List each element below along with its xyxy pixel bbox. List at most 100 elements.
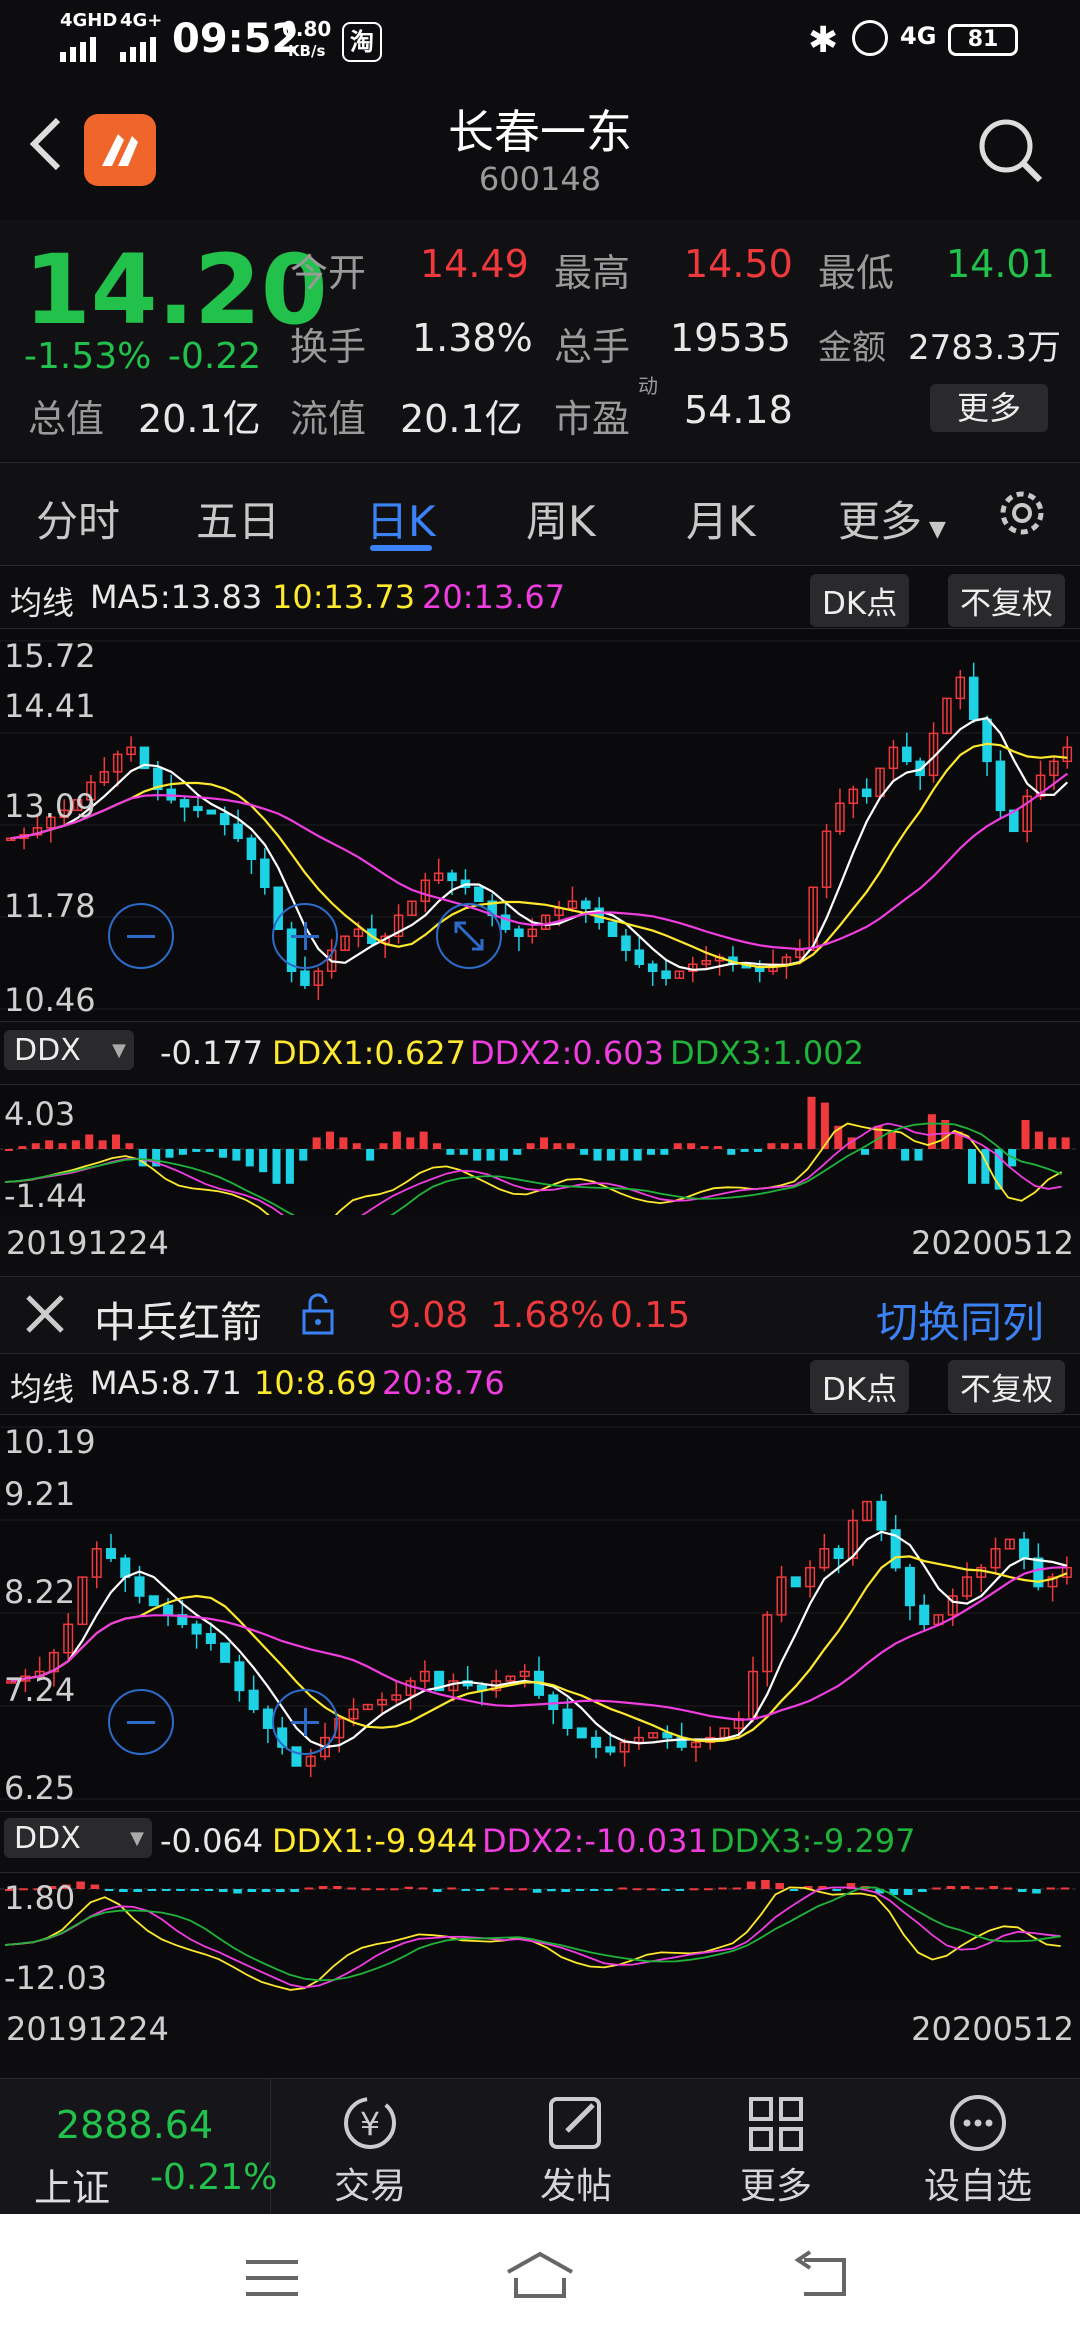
grid-icon <box>706 2091 846 2157</box>
candle-body <box>968 676 979 721</box>
candle-body <box>219 813 230 826</box>
ddx-bar <box>233 1889 242 1894</box>
ddx-bar <box>433 1889 442 1892</box>
candle-body <box>148 1595 159 1607</box>
zoom-in-icon[interactable] <box>272 903 338 969</box>
chart1-ddx-svg <box>0 1096 1080 1215</box>
chart2-ddx-chart[interactable]: 1.80 -12.03 <box>0 1872 1080 2001</box>
ddx-bar <box>133 1889 142 1892</box>
tab-minute[interactable]: 分时 <box>36 488 120 549</box>
index-ticker[interactable]: 2888.64 上证 -0.21% <box>0 2079 277 2215</box>
dk-point-button[interactable]: DK点 <box>810 1360 910 1413</box>
menu-icon[interactable] <box>240 2254 304 2302</box>
ddx-bar <box>914 1149 923 1161</box>
chart2-kline[interactable]: 10.19 9.21 8.22 7.24 6.25 <box>0 1414 1080 1812</box>
ddx-bar <box>318 1886 328 1889</box>
zoom-out-icon[interactable] <box>108 903 174 969</box>
float-label: 流值 <box>290 397 367 441</box>
dk-point-button[interactable]: DK点 <box>810 574 910 627</box>
ddx-bar <box>618 1887 628 1890</box>
candle-body <box>233 823 243 840</box>
ddx1-value: DDX1:-9.944 <box>272 1822 478 1860</box>
ddx-bar <box>675 1889 685 1891</box>
switch-compare-button[interactable]: 切换同列 <box>876 1289 1044 1350</box>
ddx-bar <box>1003 1887 1013 1890</box>
adjust-button[interactable]: 不复权 <box>948 574 1065 627</box>
price-change: -0.22 <box>168 336 262 377</box>
post-button[interactable]: 发帖 <box>506 2091 646 2209</box>
ddx-bar <box>475 1889 485 1891</box>
search-icon[interactable] <box>976 116 1046 186</box>
add-watchlist-button[interactable]: 设自选 <box>908 2091 1048 2209</box>
ddx-bar <box>1046 1887 1056 1890</box>
turnover-label: 换手 <box>290 325 367 369</box>
ddx-bar <box>285 1149 294 1184</box>
amount-label: 金额 <box>818 328 886 368</box>
ddx-select[interactable]: DDX ▼ <box>4 1030 134 1070</box>
candle-body <box>576 1727 587 1739</box>
more-button[interactable]: 更多 <box>706 2091 846 2209</box>
tab-monthly-k[interactable]: 月K <box>686 488 756 549</box>
ddx-bar <box>661 1889 670 1891</box>
candle-body <box>581 900 591 910</box>
trade-button[interactable]: ¥ 交易 <box>300 2091 440 2209</box>
ddx-bar <box>727 1149 736 1155</box>
ddx-bar <box>446 1149 455 1155</box>
ma10-value: 10:13.73 <box>272 578 416 616</box>
candle-body <box>833 1548 844 1559</box>
ddx-select[interactable]: DDX ▼ <box>4 1818 152 1858</box>
zoom-out-icon[interactable] <box>108 1689 174 1755</box>
price-change-pct: -1.53% <box>24 336 152 377</box>
tab-five-day[interactable]: 五日 <box>196 488 280 549</box>
ddx-bar <box>575 1889 585 1891</box>
y-label-0: 10.19 <box>4 1423 96 1461</box>
back-icon[interactable] <box>790 2250 854 2302</box>
ddx-bar <box>754 1149 763 1152</box>
tab-daily-k[interactable]: 日K <box>366 488 436 549</box>
ddx-bar <box>45 1140 54 1149</box>
candle-body <box>262 1708 273 1729</box>
gear-icon[interactable] <box>994 485 1050 541</box>
ddx-bar <box>247 1889 257 1892</box>
candle-body <box>904 1566 915 1607</box>
tab-weekly-k[interactable]: 周K <box>526 488 596 549</box>
more-quote-button[interactable]: 更多 <box>930 384 1048 432</box>
zoom-in-icon[interactable] <box>272 1689 338 1755</box>
candle-body <box>246 837 257 861</box>
ddx-bar <box>459 1149 468 1155</box>
ddx-bar <box>1034 1131 1043 1149</box>
ddx-bar <box>513 1149 522 1155</box>
date-end: 20200512 <box>911 1224 1074 1262</box>
turnover-value: 1.38% <box>412 316 533 360</box>
ddx-bar <box>526 1143 535 1149</box>
ddx-bar <box>290 1889 299 1892</box>
candle-body <box>205 1633 216 1644</box>
tab-more[interactable]: 更多 ▼ <box>838 488 946 549</box>
candle-body <box>1019 1538 1030 1559</box>
ddx-bar <box>593 1149 602 1161</box>
ddx-bar <box>304 1887 314 1890</box>
compare-stock-name: 中兵红箭 <box>94 1298 263 1347</box>
ddx-bar <box>219 1889 228 1892</box>
ddx-bar <box>104 1889 114 1891</box>
lock-icon[interactable] <box>300 1293 336 1337</box>
ddx-bar <box>775 1883 784 1889</box>
ddx-bar <box>347 1887 356 1890</box>
ddx-bar <box>1048 1137 1057 1149</box>
chart1-kline[interactable]: 15.72 14.41 13.09 11.78 10.46 <box>0 628 1080 1022</box>
fullscreen-icon[interactable] <box>436 903 502 969</box>
home-icon[interactable] <box>504 2248 576 2304</box>
chart1-ddx-chart[interactable]: 4.03 -1.44 <box>0 1084 1080 1215</box>
ddx-bar <box>98 1140 107 1149</box>
pe-superscript: 动 <box>638 374 658 398</box>
candle-body <box>902 746 912 763</box>
ddx2-value: DDX2:-10.031 <box>482 1822 708 1860</box>
compare-price: 9.08 <box>388 1295 469 1336</box>
chart2-kline-svg <box>0 1426 1080 1800</box>
adjust-button[interactable]: 不复权 <box>948 1360 1065 1413</box>
ddx-bar <box>540 1137 549 1149</box>
ddx-bottom-label: -1.44 <box>4 1177 87 1215</box>
post-label: 发帖 <box>539 2166 612 2207</box>
close-icon[interactable] <box>22 1291 68 1337</box>
ddx3-value: DDX3:-9.297 <box>710 1822 916 1860</box>
